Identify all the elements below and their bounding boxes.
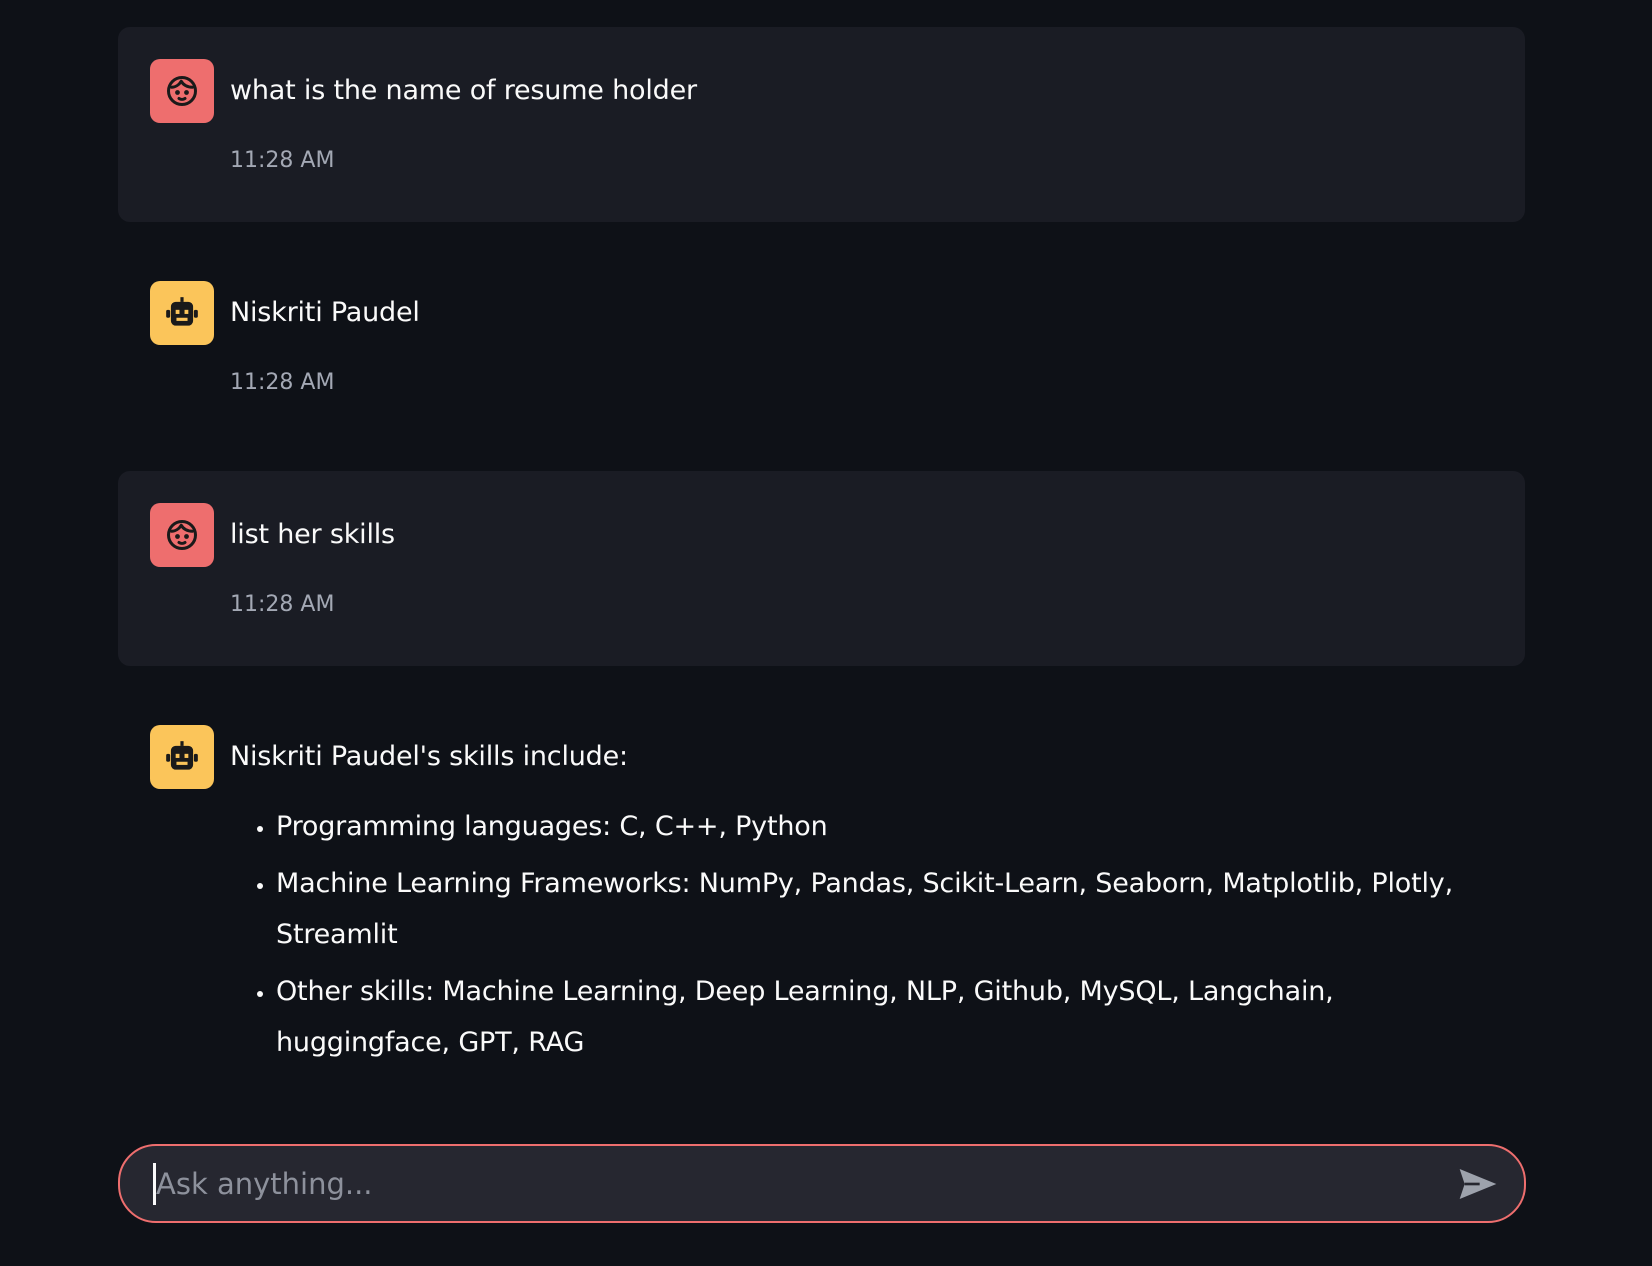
user-face-icon (150, 503, 214, 567)
message-timestamp: 11:28 AM (230, 148, 335, 173)
message-text: Niskriti Paudel (230, 297, 420, 328)
robot-icon (150, 281, 214, 345)
assistant-message: Niskriti Paudel's skills include: Progra… (118, 693, 1525, 1068)
list-item: Machine Learning Frameworks: NumPy, Pand… (276, 858, 1493, 960)
user-message: what is the name of resume holder 11:28 … (118, 27, 1525, 222)
chat-input-bar (118, 1144, 1526, 1223)
message-timestamp: 11:28 AM (230, 370, 335, 395)
chat-input[interactable] (154, 1165, 1454, 1202)
message-text: Niskriti Paudel's skills include: (230, 741, 628, 772)
message-text: what is the name of resume holder (230, 75, 697, 106)
list-item: Other skills: Machine Learning, Deep Lea… (276, 966, 1493, 1068)
send-icon (1459, 1168, 1497, 1199)
send-button[interactable] (1454, 1160, 1502, 1208)
text-caret (153, 1163, 156, 1205)
message-timestamp: 11:28 AM (230, 592, 335, 617)
user-face-icon (150, 59, 214, 123)
user-message: list her skills 11:28 AM (118, 471, 1525, 666)
robot-icon (150, 725, 214, 789)
skills-list: Programming languages: C, C++, Python Ma… (230, 801, 1493, 1068)
chat-history: what is the name of resume holder 11:28 … (118, 27, 1525, 1074)
message-text: list her skills (230, 519, 395, 550)
list-item: Programming languages: C, C++, Python (276, 801, 1493, 852)
assistant-message: Niskriti Paudel 11:28 AM (118, 249, 1525, 444)
